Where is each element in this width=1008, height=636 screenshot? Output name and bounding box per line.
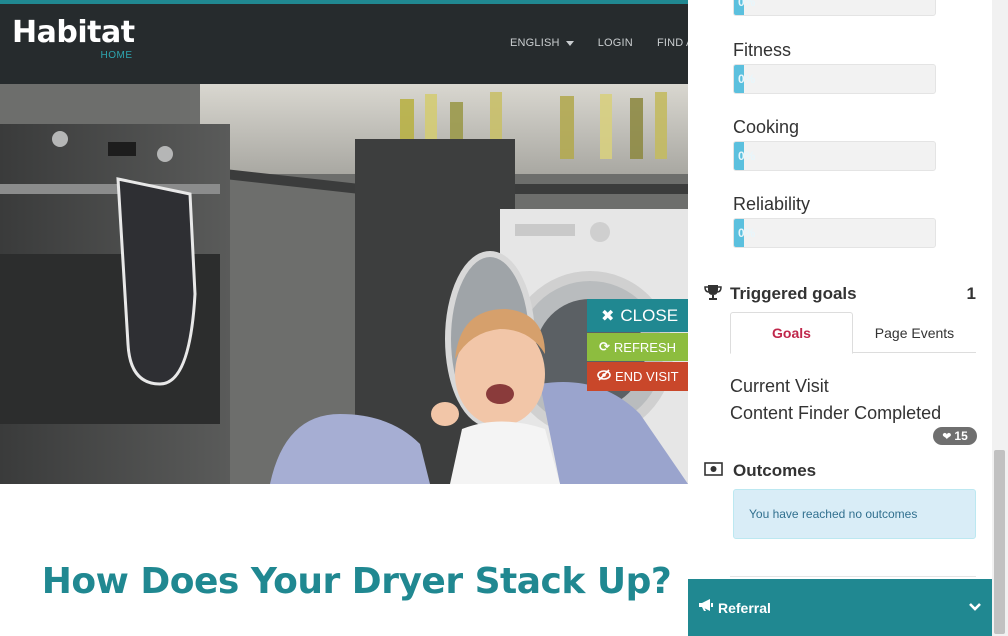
referral-label: Referral — [718, 599, 771, 616]
profile-label-reliability: Reliability — [733, 194, 811, 214]
nav-language-dropdown[interactable]: ENGLISH — [510, 37, 574, 49]
goal-name: Content Finder Completed — [730, 403, 942, 423]
close-button-label: CLOSE — [620, 305, 679, 325]
triggered-goals-header: Triggered goals 1 — [704, 284, 976, 304]
main-nav: ENGLISH LOGIN FIND A S — [510, 37, 704, 49]
end-visit-button-label: END VISIT — [615, 369, 679, 384]
trophy-icon — [704, 283, 722, 306]
profile-bar-reliability: 0% — [733, 218, 936, 248]
page-title: How Does Your Dryer Stack Up? — [41, 561, 672, 602]
refresh-button[interactable]: ⟳ REFRESH — [587, 333, 688, 361]
eye-slash-icon — [597, 369, 611, 384]
referral-section-toggle[interactable]: Referral — [688, 579, 992, 636]
close-button[interactable]: ✖ CLOSE — [587, 299, 688, 332]
profile-bar-fitness: 0% — [733, 64, 936, 94]
logo-wordmark: Habitat — [12, 15, 135, 50]
profile-bar-value: 0% — [738, 149, 756, 163]
scrollbar-thumb[interactable] — [994, 450, 1005, 634]
times-icon: ✖ — [601, 307, 615, 325]
money-icon — [704, 461, 723, 481]
outcomes-alert: You have reached no outcomes — [733, 489, 976, 539]
nav-language-label: ENGLISH — [510, 37, 560, 49]
refresh-icon: ⟳ — [599, 339, 610, 354]
profile-bar-first: 0% — [733, 0, 936, 16]
panel-scrollbar[interactable] — [992, 0, 1008, 636]
habitat-logo[interactable]: Habitat HOME — [12, 15, 135, 62]
hero-image — [0, 84, 688, 484]
profile-bar-value: 0% — [738, 0, 756, 9]
profile-bar-value: 0% — [738, 72, 756, 86]
outcomes-title: Outcomes — [733, 461, 817, 480]
heart-icon: ❤ — [942, 430, 952, 443]
visitor-insights-panel: 0% Fitness 0% Cooking 0% Reliability 0% … — [688, 0, 992, 636]
profile-label-cooking: Cooking — [733, 117, 800, 137]
panel-divider — [730, 576, 976, 577]
goal-points-badge: ❤ 15 — [933, 427, 977, 445]
tab-page-events[interactable]: Page Events — [853, 312, 976, 353]
triggered-goals-title: Triggered goals — [730, 284, 857, 303]
profile-bar-value: 0% — [738, 226, 756, 240]
current-visit-label: Current Visit — [730, 376, 829, 396]
logo-subtitle: HOME — [100, 50, 133, 61]
triggered-goals-count: 1 — [966, 284, 976, 303]
outcomes-header: Outcomes — [704, 461, 816, 481]
profile-label-fitness: Fitness — [733, 40, 792, 60]
tab-goals[interactable]: Goals — [730, 312, 853, 354]
refresh-button-label: REFRESH — [613, 339, 677, 355]
profile-bar-cooking: 0% — [733, 141, 936, 171]
nav-login[interactable]: LOGIN — [598, 37, 633, 49]
caret-down-icon — [565, 40, 574, 46]
goal-points-value: 15 — [954, 429, 968, 443]
bullhorn-icon — [698, 598, 714, 617]
goals-tabs: Goals Page Events — [730, 312, 976, 354]
kitchen-photo — [0, 84, 688, 484]
end-visit-button[interactable]: END VISIT — [587, 362, 688, 391]
chevron-down-icon — [968, 599, 982, 617]
